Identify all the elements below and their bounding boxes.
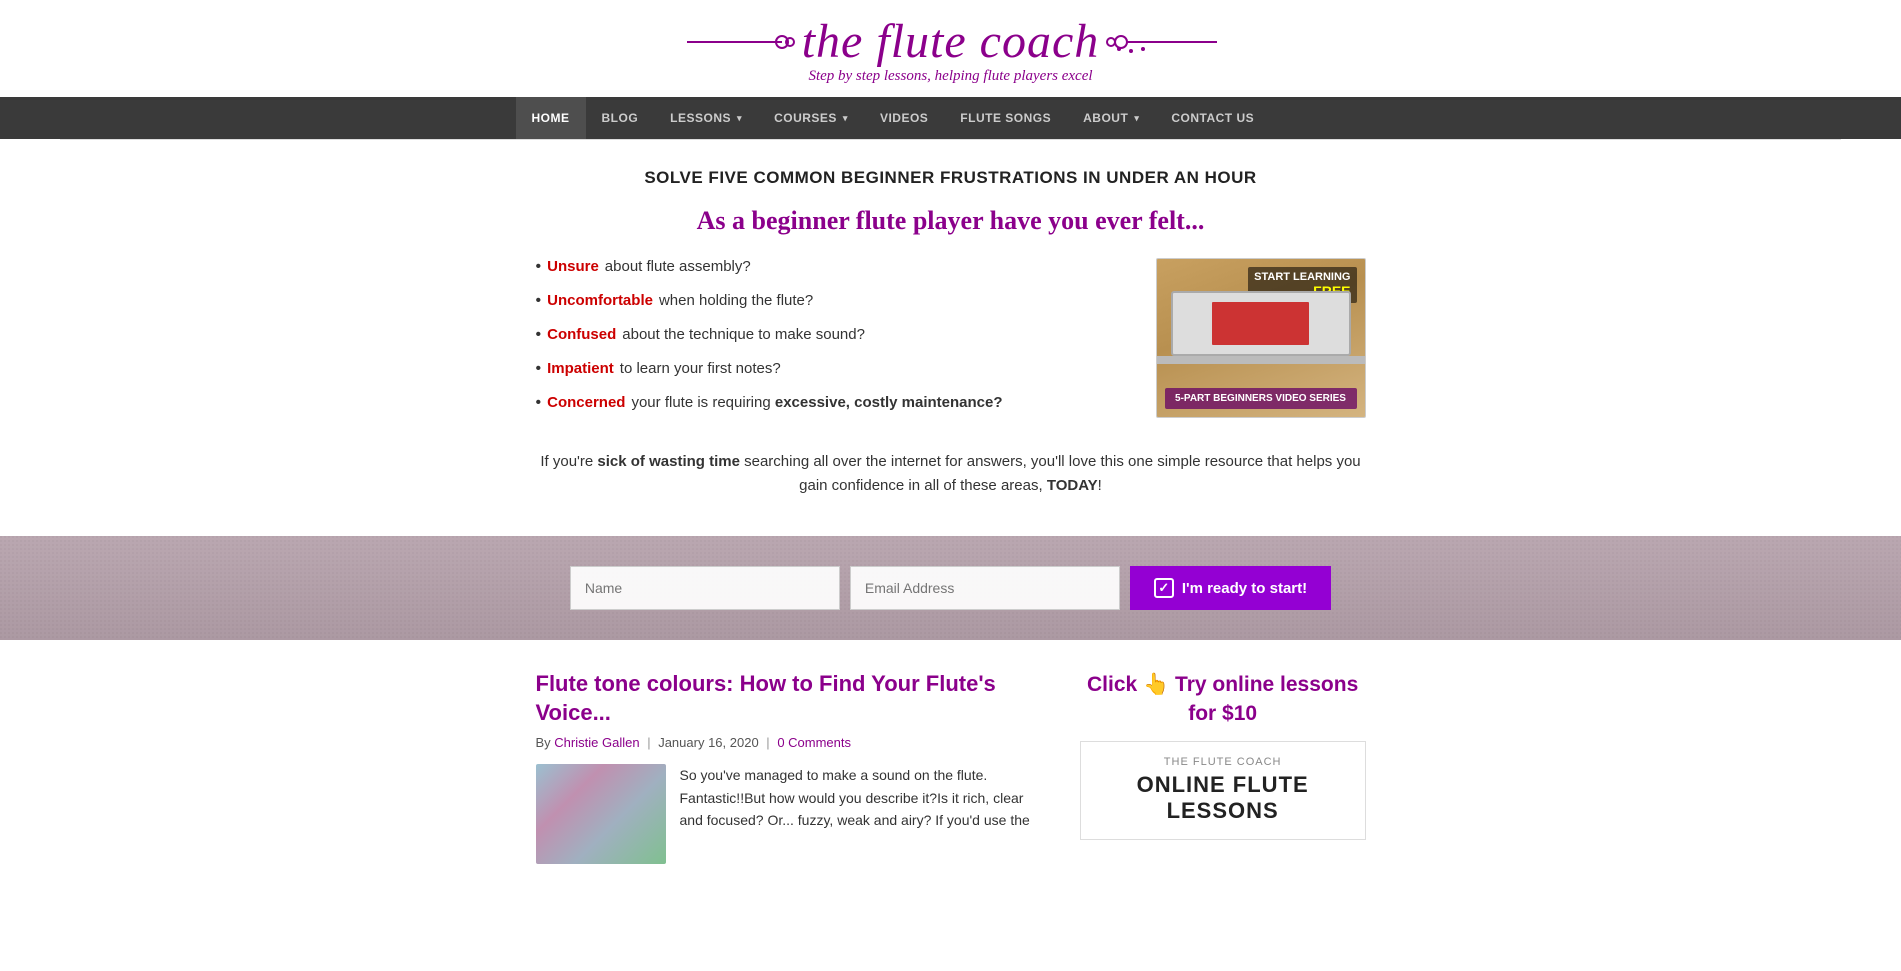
nav-blog[interactable]: BLOG — [586, 97, 655, 139]
hero-section: SOLVE FIVE COMMON BEGINNER FRUSTRATIONS … — [536, 140, 1366, 518]
bottom-content: Flute tone colours: How to Find Your Flu… — [516, 670, 1386, 864]
sidebar-banner-title: ONLINE FLUTE LESSONS — [1095, 772, 1351, 825]
blog-comments[interactable]: 0 Comments — [777, 735, 851, 750]
nav-videos[interactable]: VIDEOS — [864, 97, 944, 139]
logo[interactable]: the flute coach Step by step lessons, he… — [682, 18, 1220, 85]
sidebar-cta: Click 👆 Try online lessons for $10 — [1080, 670, 1366, 729]
blog-body-row: So you've managed to make a sound on the… — [536, 764, 1050, 864]
about-arrow-icon: ▾ — [1134, 113, 1139, 124]
logo-subtitle: Step by step lessons, helping flute play… — [682, 68, 1220, 85]
courses-arrow-icon: ▾ — [843, 113, 848, 124]
bullet-keyword-concerned: Concerned — [547, 394, 625, 411]
sidebar-banner: THE FLUTE COACH ONLINE FLUTE LESSONS — [1080, 741, 1366, 840]
bullet-keyword-uncomfortable: Uncomfortable — [547, 292, 653, 309]
blog-post-title[interactable]: Flute tone colours: How to Find Your Flu… — [536, 670, 1050, 727]
logo-text: the flute coach — [802, 18, 1100, 66]
blog-excerpt: So you've managed to make a sound on the… — [680, 764, 1050, 864]
bullet-list: Unsure about flute assembly? Uncomfortab… — [536, 258, 1126, 428]
hero-body-text: If you're sick of wasting time searching… — [536, 450, 1366, 498]
list-item: Unsure about flute assembly? — [536, 258, 1126, 276]
cta-submit-button[interactable]: ✓ I'm ready to start! — [1130, 566, 1331, 610]
bullet-keyword-impatient: Impatient — [547, 360, 614, 377]
sidebar-banner-label: THE FLUTE COACH — [1095, 756, 1351, 768]
hero-body: Unsure about flute assembly? Uncomfortab… — [536, 258, 1366, 428]
cta-banner: ✓ I'm ready to start! — [0, 536, 1901, 640]
list-item: Impatient to learn your first notes? — [536, 360, 1126, 378]
hero-subheadline: As a beginner flute player have you ever… — [536, 206, 1366, 236]
blog-date: January 16, 2020 — [658, 735, 758, 750]
nav-about[interactable]: ABOUT ▾ — [1067, 97, 1155, 139]
logo-line-left — [682, 27, 802, 57]
list-item: Concerned your flute is requiring excess… — [536, 394, 1126, 412]
blog-thumbnail — [536, 764, 666, 864]
list-item: Uncomfortable when holding the flute? — [536, 292, 1126, 310]
email-input[interactable] — [850, 566, 1120, 610]
hero-headline: SOLVE FIVE COMMON BEGINNER FRUSTRATIONS … — [536, 168, 1366, 188]
nav-lessons[interactable]: LESSONS ▾ — [654, 97, 758, 139]
bullet-keyword-unsure: Unsure — [547, 258, 599, 275]
nav-home[interactable]: HOME — [516, 97, 586, 139]
blog-meta: By Christie Gallen | January 16, 2020 | … — [536, 735, 1050, 750]
cta-form: ✓ I'm ready to start! — [516, 566, 1386, 610]
nav-flute-songs[interactable]: FLUTE SONGS — [944, 97, 1067, 139]
blog-author[interactable]: Christie Gallen — [554, 735, 639, 750]
lessons-arrow-icon: ▾ — [737, 113, 742, 124]
name-input[interactable] — [570, 566, 840, 610]
checkmark-icon: ✓ — [1154, 578, 1174, 598]
nav-courses[interactable]: COURSES ▾ — [758, 97, 864, 139]
blog-sidebar: Click 👆 Try online lessons for $10 THE F… — [1080, 670, 1366, 864]
logo-line-right — [1099, 27, 1219, 57]
bullet-keyword-confused: Confused — [547, 326, 616, 343]
sidebar-cta-text[interactable]: Click 👆 Try online lessons for $10 — [1080, 670, 1366, 729]
ad-bottom-banner: 5-PART BEGINNERS VIDEO SERIES — [1165, 388, 1357, 409]
main-nav: HOME BLOG LESSONS ▾ COURSES ▾ VIDEOS FLU… — [0, 97, 1901, 139]
ad-image[interactable]: START LEARNINGFREE 5-PART BEGINNERS VIDE… — [1156, 258, 1366, 418]
blog-main: Flute tone colours: How to Find Your Flu… — [536, 670, 1050, 864]
nav-contact[interactable]: CONTACT US — [1155, 97, 1270, 139]
list-item: Confused about the technique to make sou… — [536, 326, 1126, 344]
blog-by-label: By — [536, 735, 551, 750]
site-header: the flute coach Step by step lessons, he… — [0, 0, 1901, 97]
